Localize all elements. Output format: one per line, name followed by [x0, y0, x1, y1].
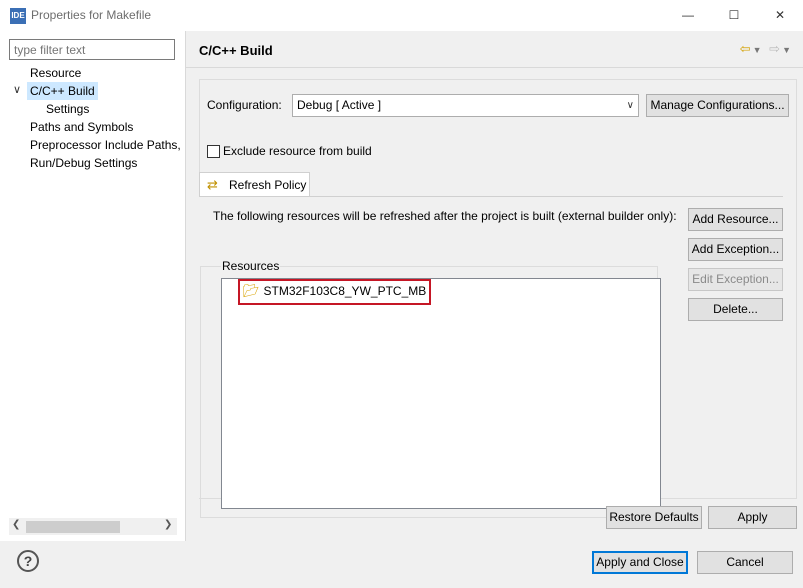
scrollbar-thumb[interactable]: [26, 521, 120, 533]
tab-refresh-policy[interactable]: ⇄ Refresh Policy: [199, 172, 310, 197]
delete-button[interactable]: Delete...: [688, 298, 783, 321]
add-exception-button[interactable]: Add Exception...: [688, 238, 783, 261]
refresh-description: The following resources will be refreshe…: [213, 209, 677, 223]
maximize-button[interactable]: ☐: [711, 0, 757, 31]
title-separator: [186, 67, 803, 68]
exclude-resource-checkbox[interactable]: [207, 145, 220, 158]
forward-menu-chevron-icon[interactable]: ▼: [782, 45, 793, 55]
refresh-icon: ⇄: [207, 177, 218, 192]
tree-item-resource[interactable]: Resource: [30, 64, 81, 82]
scroll-left-icon[interactable]: ❮: [12, 519, 20, 530]
tree-item-settings[interactable]: Settings: [46, 100, 89, 118]
folder-open-icon: 📂︎: [243, 283, 260, 298]
help-icon[interactable]: ?: [17, 550, 39, 572]
resources-list[interactable]: 📂︎ STM32F103C8_YW_PTC_MB: [221, 278, 661, 509]
chevron-down-icon: ∨: [626, 100, 634, 111]
filter-input[interactable]: [9, 39, 175, 60]
close-button[interactable]: ✕: [757, 0, 803, 31]
add-resource-button[interactable]: Add Resource...: [688, 208, 783, 231]
tree-item-preprocessor-include-paths[interactable]: Preprocessor Include Paths,: [30, 136, 181, 154]
history-nav: ⇦▼ ⇨▼: [740, 41, 793, 57]
back-arrow-icon[interactable]: ⇦: [740, 41, 753, 56]
edit-exception-button[interactable]: Edit Exception...: [688, 268, 783, 291]
configuration-select[interactable]: Debug [ Active ] ∨: [292, 94, 639, 117]
navigation-pane: ∨ Resource C/C++ Build Settings Paths an…: [0, 31, 186, 541]
properties-page: C/C++ Build ⇦▼ ⇨▼ Configuration: Debug […: [186, 31, 803, 541]
page-title: C/C++ Build: [199, 43, 273, 58]
apply-and-close-button[interactable]: Apply and Close: [592, 551, 688, 574]
configuration-value: Debug [ Active ]: [297, 98, 382, 112]
resources-legend: Resources: [221, 259, 281, 273]
apply-button[interactable]: Apply: [708, 506, 797, 529]
configuration-label: Configuration:: [207, 98, 282, 112]
exclude-resource-label: Exclude resource from build: [223, 144, 372, 158]
cancel-button[interactable]: Cancel: [697, 551, 793, 574]
window-title: Properties for Makefile: [31, 8, 152, 22]
list-item[interactable]: 📂︎ STM32F103C8_YW_PTC_MB: [238, 279, 432, 305]
expand-chevron-icon[interactable]: ∨: [13, 83, 21, 96]
app-icon: IDE: [10, 8, 26, 24]
tab-label: Refresh Policy: [229, 178, 307, 192]
scroll-right-icon[interactable]: ❯: [164, 519, 172, 530]
dialog-footer: ? Apply and Close Cancel: [0, 541, 803, 588]
title-bar: IDE Properties for Makefile — ☐ ✕: [0, 0, 803, 31]
horizontal-scrollbar[interactable]: ❮ ❯: [9, 518, 177, 535]
tree-item-paths-and-symbols[interactable]: Paths and Symbols: [30, 118, 133, 136]
minimize-button[interactable]: —: [665, 0, 711, 31]
tree-item-run-debug-settings[interactable]: Run/Debug Settings: [30, 154, 137, 172]
forward-arrow-icon[interactable]: ⇨: [769, 41, 782, 56]
tree-item-cc-build[interactable]: C/C++ Build: [27, 82, 98, 100]
resource-name: STM32F103C8_YW_PTC_MB: [263, 284, 427, 298]
manage-configurations-button[interactable]: Manage Configurations...: [646, 94, 789, 117]
back-menu-chevron-icon[interactable]: ▼: [753, 45, 764, 55]
restore-defaults-button[interactable]: Restore Defaults: [606, 506, 702, 529]
